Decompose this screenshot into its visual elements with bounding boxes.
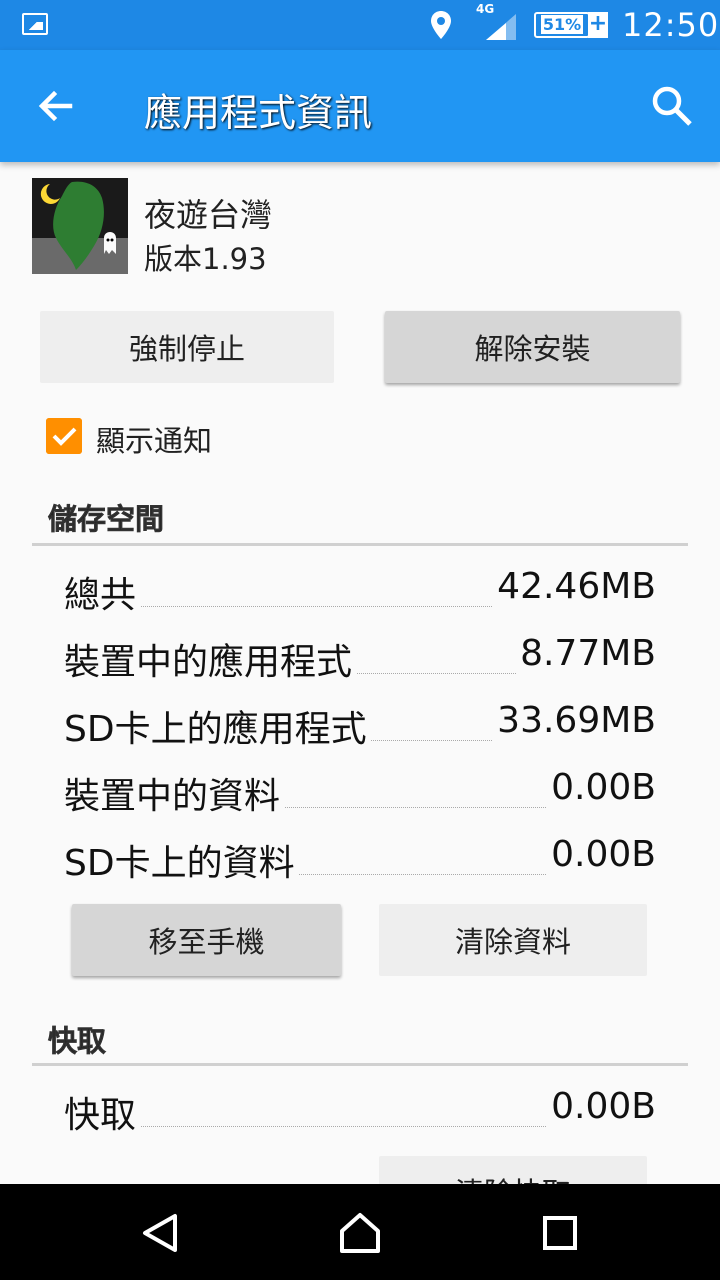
nav-recents-icon[interactable] <box>525 1198 595 1268</box>
storage-divider <box>32 543 688 546</box>
app-version: 版本1.93 <box>144 242 267 276</box>
row-value: 8.77MB <box>516 633 656 674</box>
storage-row-total: 總共 42.46MB <box>64 566 656 622</box>
uninstall-button[interactable]: 解除安裝 <box>385 311 680 383</box>
nav-home-icon[interactable] <box>325 1198 395 1268</box>
row-label: 快取 <box>64 1086 141 1138</box>
status-bar: 4G 51% + 12:50 <box>0 0 720 50</box>
row-value: 33.69MB <box>493 700 656 741</box>
navigation-bar <box>0 1184 720 1280</box>
gallery-notification-icon <box>22 13 48 35</box>
storage-row-app-device: 裝置中的應用程式 8.77MB <box>64 633 656 689</box>
arrow-back-icon[interactable] <box>28 80 82 134</box>
row-value: 0.00B <box>547 767 656 808</box>
app-icon <box>32 178 128 274</box>
row-value: 42.46MB <box>493 566 656 607</box>
row-label: 裝置中的應用程式 <box>64 633 357 685</box>
cache-section-title: 快取 <box>48 1024 107 1059</box>
show-notifications-checkbox[interactable] <box>46 418 82 454</box>
charging-icon: + <box>588 11 608 38</box>
cache-row: 快取 0.00B <box>64 1086 656 1142</box>
row-value: 0.00B <box>547 1086 656 1127</box>
battery-level: 51% <box>540 15 584 34</box>
storage-row-data-sd: SD卡上的資料 0.00B <box>64 834 656 890</box>
force-stop-button[interactable]: 強制停止 <box>40 311 334 383</box>
search-icon[interactable] <box>648 82 696 130</box>
show-notifications-label[interactable]: 顯示通知 <box>96 418 212 460</box>
clock: 12:50 <box>622 6 720 44</box>
row-label: SD卡上的資料 <box>64 834 299 886</box>
storage-row-data-device: 裝置中的資料 0.00B <box>64 767 656 823</box>
row-label: 裝置中的資料 <box>64 767 285 819</box>
app-name: 夜遊台灣 <box>144 196 273 234</box>
storage-row-app-sd: SD卡上的應用程式 33.69MB <box>64 700 656 756</box>
row-label: SD卡上的應用程式 <box>64 700 371 752</box>
battery-icon: 51% <box>534 12 590 38</box>
page-title: 應用程式資訊 <box>144 91 373 135</box>
nav-back-icon[interactable] <box>125 1198 195 1268</box>
row-value: 0.00B <box>547 834 656 875</box>
cache-divider <box>32 1063 688 1066</box>
row-label: 總共 <box>64 566 141 618</box>
move-to-phone-button[interactable]: 移至手機 <box>72 904 341 976</box>
storage-section-title: 儲存空間 <box>48 502 165 537</box>
location-icon <box>431 11 451 39</box>
app-bar: 應用程式資訊 <box>0 50 720 162</box>
clear-data-button[interactable]: 清除資料 <box>379 904 647 976</box>
signal-icon <box>486 14 516 40</box>
